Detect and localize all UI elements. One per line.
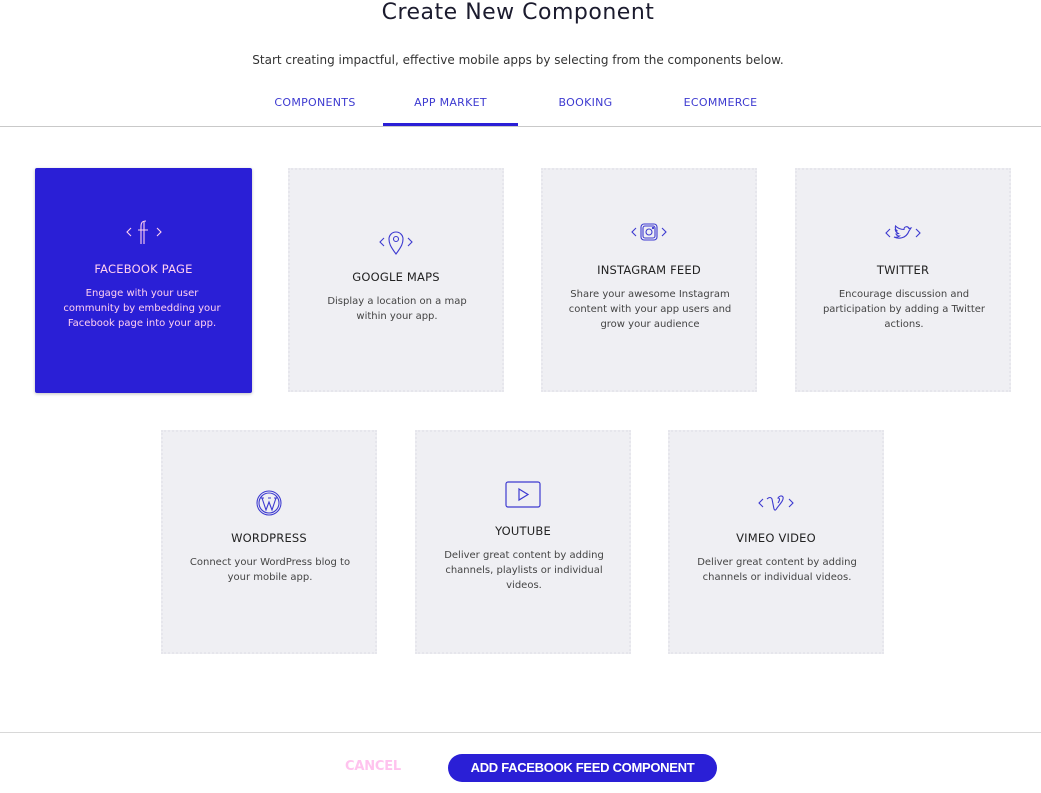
card-description: Engage with your user community by embed…	[63, 288, 221, 329]
tab-components[interactable]: COMPONENTS	[248, 88, 382, 124]
vimeo-icon	[670, 487, 882, 519]
card-youtube[interactable]: YOUTUBE Deliver great content by adding …	[415, 430, 631, 654]
card-wordpress[interactable]: WORDPRESS Connect your WordPress blog to…	[161, 430, 377, 654]
facebook-icon	[35, 216, 252, 248]
cancel-button[interactable]: CANCEL	[330, 759, 416, 774]
card-title: WORDPRESS	[231, 531, 307, 545]
card-facebook-page[interactable]: FACEBOOK PAGE Engage with your user comm…	[35, 168, 252, 393]
card-google-maps[interactable]: GOOGLE MAPS Display a location on a map …	[288, 168, 504, 392]
footer-bar: CANCEL ADD FACEBOOK FEED COMPONENT	[0, 732, 1041, 793]
card-title: VIMEO VIDEO	[736, 531, 816, 545]
card-twitter[interactable]: TWITTER Encourage discussion and partici…	[795, 168, 1011, 392]
card-description: Display a location on a map within your …	[327, 296, 467, 322]
tab-app-market[interactable]: APP MARKET	[383, 88, 518, 126]
add-facebook-feed-component-button[interactable]: ADD FACEBOOK FEED COMPONENT	[448, 754, 717, 782]
card-title: INSTAGRAM FEED	[597, 263, 701, 277]
card-description: Share your awesome Instagram content wit…	[568, 289, 732, 330]
page-title: Create New Component	[381, 0, 655, 25]
instagram-icon	[543, 216, 755, 248]
card-title: YOUTUBE	[495, 524, 551, 538]
card-instagram-feed[interactable]: INSTAGRAM FEED Share your awesome Instag…	[541, 168, 757, 392]
card-title: TWITTER	[876, 263, 930, 277]
youtube-icon	[417, 479, 629, 511]
card-description: Connect your WordPress blog to your mobi…	[189, 557, 351, 583]
card-description: Deliver great content by adding channels…	[444, 550, 604, 591]
twitter-icon	[797, 217, 1009, 249]
card-title: FACEBOOK PAGE	[94, 262, 193, 276]
card-title: GOOGLE MAPS	[352, 270, 440, 284]
page-subtitle: Start creating impactful, effective mobi…	[252, 53, 784, 67]
card-vimeo-video[interactable]: VIMEO VIDEO Deliver great content by add…	[668, 430, 884, 654]
tab-bar: COMPONENTS APP MARKET BOOKING ECOMMERCE	[0, 88, 1041, 127]
card-description: Encourage discussion and participation b…	[822, 289, 986, 330]
wordpress-icon	[163, 487, 375, 519]
tab-ecommerce[interactable]: ECOMMERCE	[653, 88, 788, 124]
map-pin-icon	[290, 226, 502, 258]
tab-booking[interactable]: BOOKING	[518, 88, 653, 124]
card-description: Deliver great content by adding channels…	[697, 557, 857, 583]
